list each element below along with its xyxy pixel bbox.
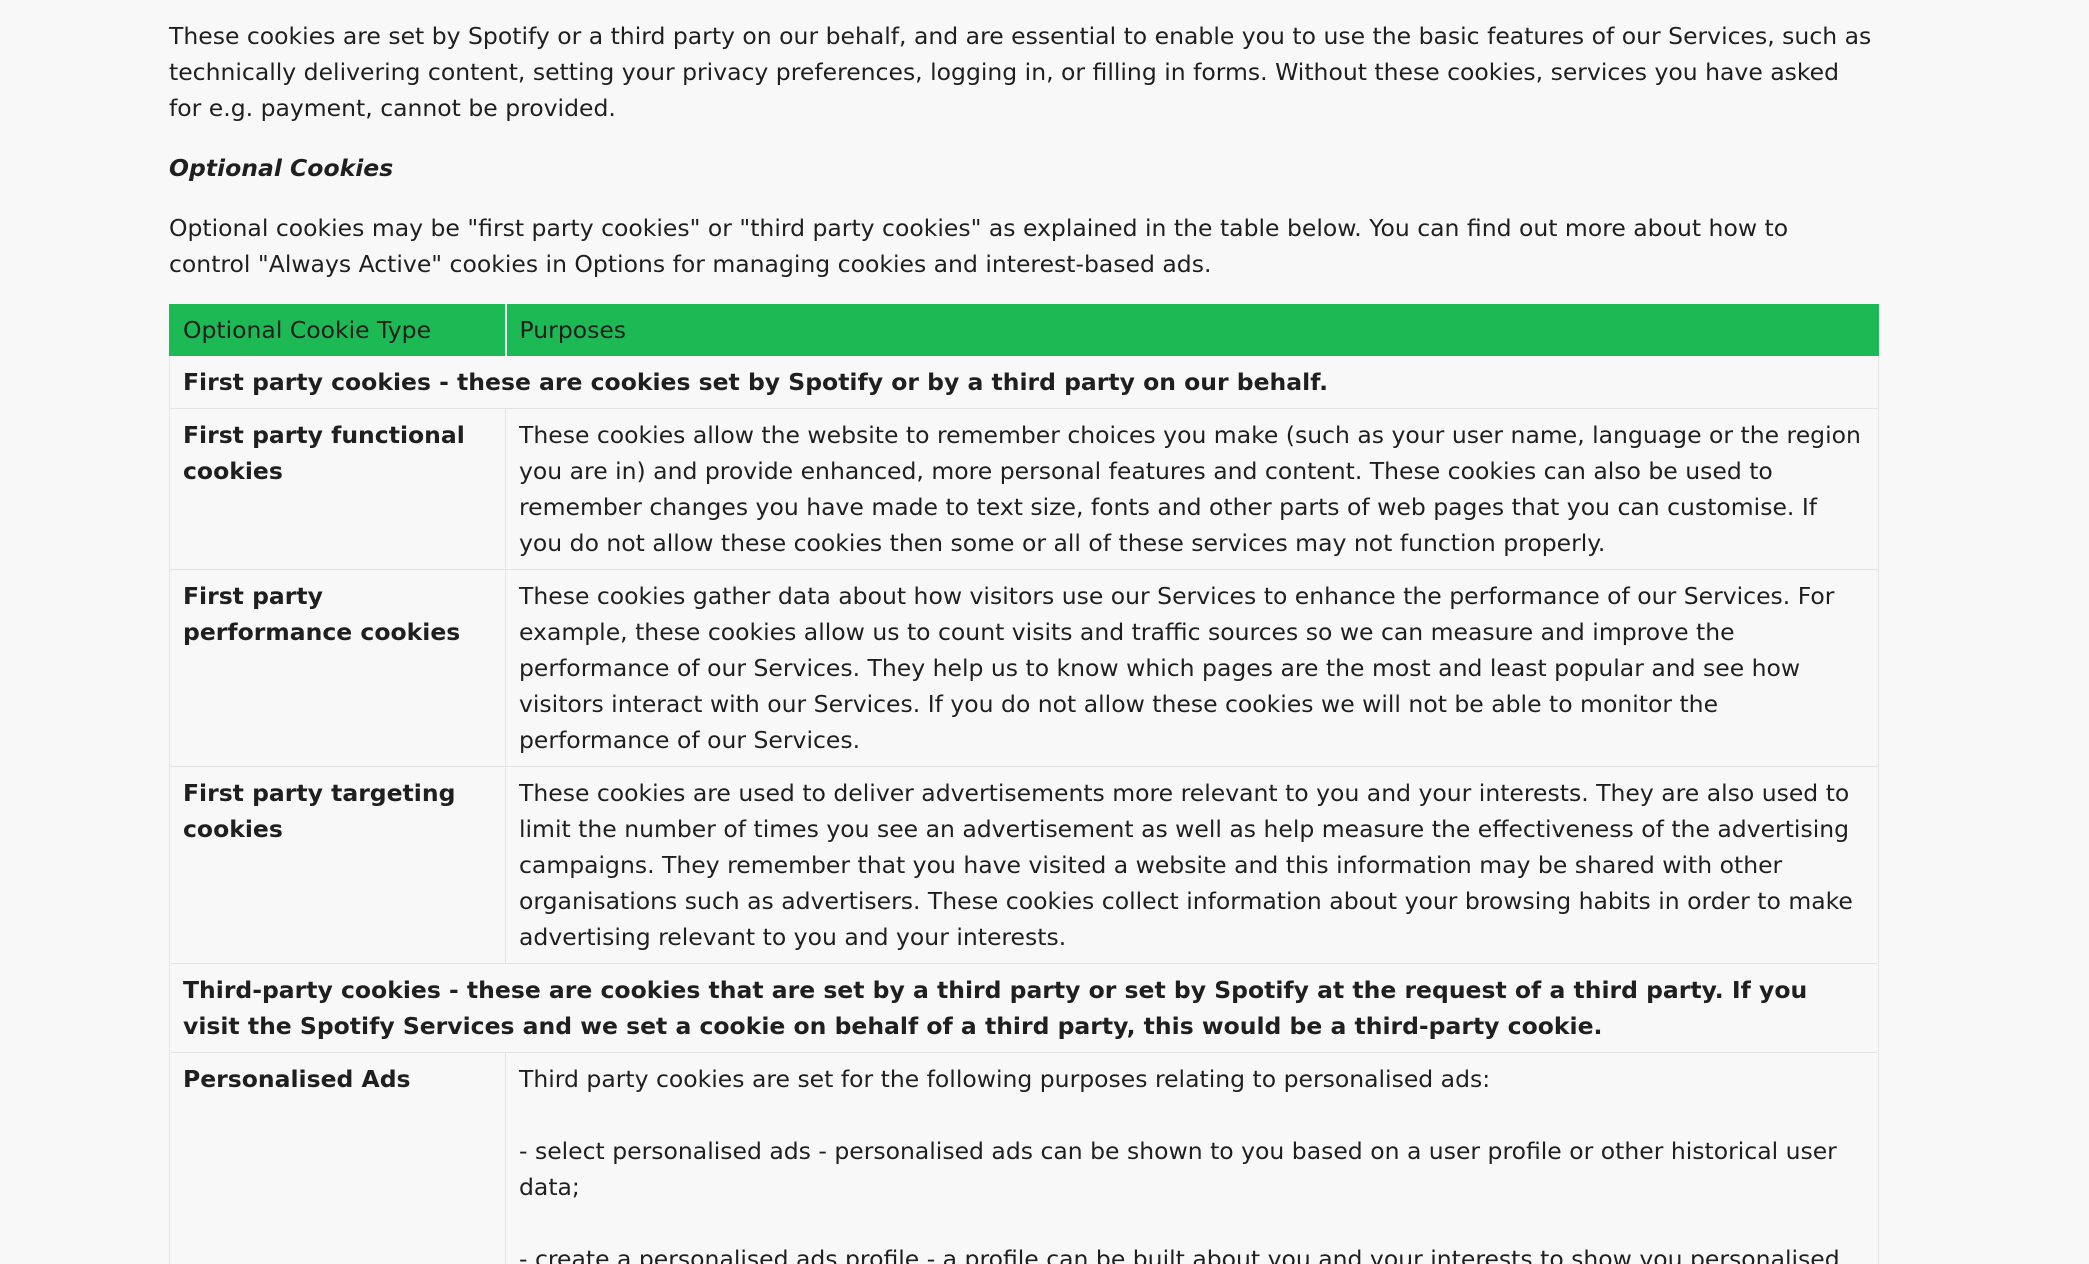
- third-party-section-header: Third-party cookies - these are cookies …: [169, 963, 1879, 1053]
- personalised-ads-item: - select personalised ads - personalised…: [519, 1137, 1837, 1201]
- essential-cookies-paragraph: These cookies are set by Spotify or a th…: [169, 22, 1872, 122]
- cookie-policy-page: These cookies are set by Spotify or a th…: [0, 0, 2089, 1264]
- cookie-type-cell: First party targeting cookies: [169, 766, 506, 964]
- table-row: Personalised Ads Third party cookies are…: [169, 1052, 1879, 1264]
- cookie-type-cell: Personalised Ads: [169, 1052, 506, 1264]
- column-header-purposes: Purposes: [505, 304, 1879, 356]
- cookie-purpose-cell: These cookies gather data about how visi…: [505, 569, 1879, 767]
- table-row: First party cookies - these are cookies …: [169, 355, 1879, 409]
- cookie-type-cell: First party functional cookies: [169, 408, 506, 570]
- personalised-ads-item: - create a personalised ads profile - a …: [519, 1245, 1840, 1264]
- table-row: First party performance cookies These co…: [169, 569, 1879, 767]
- cookie-purpose-cell: These cookies allow the website to remem…: [505, 408, 1879, 570]
- table-header-row: Optional Cookie Type Purposes: [169, 304, 1879, 356]
- personalised-ads-intro: Third party cookies are set for the foll…: [519, 1065, 1491, 1093]
- table-row: First party functional cookies These coo…: [169, 408, 1879, 570]
- optional-cookies-table: Optional Cookie Type Purposes First part…: [169, 304, 1879, 1264]
- cookie-purpose-cell: These cookies are used to deliver advert…: [505, 766, 1879, 964]
- table-row: First party targeting cookies These cook…: [169, 766, 1879, 964]
- cookie-type-cell: First party performance cookies: [169, 569, 506, 767]
- optional-cookies-heading: Optional Cookies: [169, 154, 394, 182]
- column-header-cookie-type: Optional Cookie Type: [169, 304, 507, 356]
- optional-cookies-paragraph: Optional cookies may be "first party coo…: [169, 214, 1789, 278]
- first-party-section-header: First party cookies - these are cookies …: [169, 355, 1879, 409]
- cookie-purpose-cell: Third party cookies are set for the foll…: [505, 1052, 1879, 1264]
- table-row: Third-party cookies - these are cookies …: [169, 963, 1879, 1053]
